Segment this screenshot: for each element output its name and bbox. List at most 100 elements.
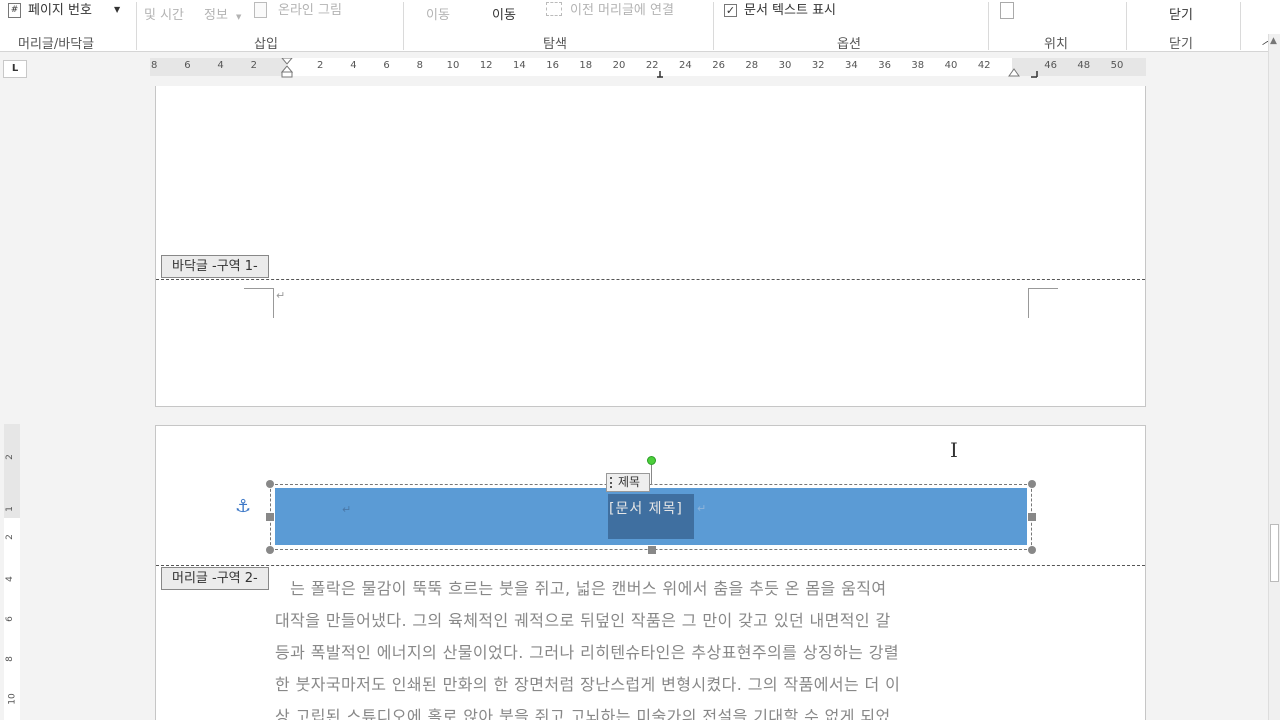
group-label-navigation: 탐색 bbox=[543, 37, 567, 52]
body-text-line: 한 붓자국마저도 인쇄된 만화의 한 장면처럼 장난스럽게 변형시켰다. 그의 … bbox=[275, 675, 901, 694]
vertical-ruler-tick-label: 10 bbox=[7, 693, 18, 705]
page-number-dropdown-icon[interactable]: ▼ bbox=[114, 2, 120, 18]
resize-handle-bottom-left[interactable] bbox=[266, 546, 274, 554]
page-1 bbox=[155, 86, 1146, 407]
ruler-tick-label: 26 bbox=[712, 60, 725, 71]
date-time-button[interactable]: 및 시간 bbox=[144, 8, 184, 24]
ruler-tick-label: 38 bbox=[911, 60, 925, 71]
ruler-tick-label: 20 bbox=[612, 60, 626, 71]
ruler-tick-label: 2 bbox=[317, 60, 324, 71]
tab-stop-marker[interactable] bbox=[656, 70, 664, 78]
ruler-tick-label: 8 bbox=[416, 60, 423, 71]
ruler-tick-label: 24 bbox=[679, 60, 692, 71]
tab-stop-marker[interactable] bbox=[1030, 70, 1038, 78]
group-label-insert: 삽입 bbox=[254, 37, 278, 52]
link-to-previous-button[interactable]: 이전 머리글에 연결 bbox=[570, 3, 674, 19]
rotate-handle[interactable] bbox=[647, 456, 656, 465]
resize-handle-bottom[interactable] bbox=[648, 546, 656, 554]
ruler-tick-label: 40 bbox=[944, 60, 958, 71]
group-separator bbox=[1126, 2, 1127, 50]
ruler-tick-label: 36 bbox=[878, 60, 891, 71]
doc-info-dropdown-icon[interactable]: ▼ bbox=[236, 9, 241, 25]
group-label-position: 위치 bbox=[1044, 37, 1068, 52]
page-number-icon: # bbox=[8, 3, 21, 18]
resize-handle-left[interactable] bbox=[266, 513, 274, 521]
resize-handle-top-right[interactable] bbox=[1028, 480, 1036, 488]
resize-handle-right[interactable] bbox=[1028, 513, 1036, 521]
goto-footer-button[interactable]: 이동 bbox=[492, 8, 516, 24]
close-header-footer-button[interactable]: 닫기 bbox=[1169, 8, 1193, 24]
header-section-tag: 머리글 -구역 2- bbox=[161, 567, 269, 590]
group-separator bbox=[1240, 2, 1241, 50]
show-document-text-label: 문서 텍스트 표시 bbox=[744, 3, 836, 18]
ruler-tick-label: 32 bbox=[811, 60, 825, 71]
crop-mark-right bbox=[1028, 288, 1058, 318]
vertical-ruler-tick-label: 1 bbox=[4, 506, 15, 512]
first-line-indent-marker[interactable] bbox=[281, 58, 293, 78]
body-text-line: 등과 폭발적인 에너지의 산물이었다. 그러나 리히텐슈타인은 추상표현주의를 … bbox=[275, 643, 899, 662]
ruler-tick-label: 50 bbox=[1110, 60, 1124, 71]
anchor-icon[interactable]: ⚓ bbox=[235, 496, 251, 517]
group-separator bbox=[713, 2, 714, 50]
ruler-tick-label: 34 bbox=[845, 60, 858, 71]
footer-boundary-line bbox=[156, 279, 1145, 280]
group-label-header-footer: 머리글/바닥글 bbox=[18, 37, 95, 52]
position-icon[interactable] bbox=[1000, 2, 1014, 19]
ruler-tick-label: 6 bbox=[383, 60, 390, 71]
ruler-tick-label: 2 bbox=[250, 60, 257, 71]
vertical-ruler-tick-label: 4 bbox=[4, 576, 15, 582]
ruler-tick-label: 4 bbox=[350, 60, 357, 71]
ruler-tick-label: 16 bbox=[546, 60, 559, 71]
vertical-scrollbar[interactable]: ▲ bbox=[1268, 34, 1280, 720]
ruler-tick-label: 42 bbox=[977, 60, 991, 71]
show-document-text-checkbox[interactable]: ✓ bbox=[724, 4, 737, 17]
link-previous-icon bbox=[546, 2, 562, 16]
online-pictures-icon bbox=[254, 2, 267, 18]
scroll-up-icon[interactable]: ▲ bbox=[1270, 36, 1277, 46]
group-separator bbox=[988, 2, 989, 50]
scrollbar-thumb[interactable] bbox=[1270, 524, 1279, 582]
ruler-area: L 8 6 4 2 2 4 6 8 10 12 14 16 18 20 22 24 26 28 30 32 34 36 38… bbox=[0, 52, 1280, 82]
vertical-ruler-tick-label: 2 bbox=[4, 454, 15, 460]
online-pictures-button[interactable]: 온라인 그림 bbox=[278, 3, 342, 19]
vertical-ruler-tick-label: 2 bbox=[4, 534, 15, 540]
right-indent-marker[interactable] bbox=[1008, 64, 1020, 78]
body-text-line: 상 고립된 스튜디오에 홀로 앉아 붓을 쥐고 고뇌하는 미술가의 전설을 기대… bbox=[275, 707, 891, 720]
paragraph-mark: ↵ bbox=[276, 289, 286, 302]
vertical-ruler-tick-label: 6 bbox=[4, 616, 15, 622]
ruler-tick-label: 46 bbox=[1044, 60, 1057, 71]
vertical-ruler-tick-label: 8 bbox=[4, 656, 15, 662]
rotation-stem bbox=[651, 465, 652, 485]
body-text-line: 대작을 만들어냈다. 그의 육체적인 궤적으로 뒤덮인 작품은 그 만이 갖고 … bbox=[275, 611, 891, 630]
ruler-tick-label: 28 bbox=[745, 60, 759, 71]
ruler-tick-label: 10 bbox=[446, 60, 460, 71]
ruler-tick-label: 12 bbox=[479, 60, 493, 71]
resize-handle-bottom-right[interactable] bbox=[1028, 546, 1036, 554]
crop-mark-left bbox=[244, 288, 274, 318]
ribbon: # 페이지 번호 ▼ 및 시간 정보 ▼ 온라인 그림 이동 이동 이전 머리글… bbox=[0, 0, 1280, 52]
goto-header-button[interactable]: 이동 bbox=[426, 8, 450, 24]
header-boundary-line bbox=[156, 565, 1145, 566]
content-control-tab[interactable]: 제목 bbox=[606, 473, 650, 492]
group-label-options: 옵션 bbox=[837, 37, 861, 52]
content-control-label: 제목 bbox=[618, 475, 641, 489]
doc-info-button[interactable]: 정보 bbox=[204, 8, 228, 24]
ruler-tick-label: 8 bbox=[151, 60, 158, 71]
ruler-tick-label: 18 bbox=[579, 60, 593, 71]
group-label-close: 닫기 bbox=[1169, 37, 1193, 52]
text-cursor-icon: I bbox=[950, 438, 958, 462]
footer-section-tag: 바닥글 -구역 1- bbox=[161, 255, 269, 278]
shape-selection-box bbox=[270, 484, 1032, 550]
tab-selector[interactable]: L bbox=[3, 60, 27, 78]
vertical-ruler[interactable]: 2 1 2 4 6 8 10 bbox=[4, 424, 20, 720]
ruler-tick-label: 14 bbox=[513, 60, 526, 71]
group-separator bbox=[403, 2, 404, 50]
ruler-tick-label: 30 bbox=[778, 60, 792, 71]
page-number-button[interactable]: 페이지 번호 bbox=[28, 3, 92, 19]
resize-handle-top-left[interactable] bbox=[266, 480, 274, 488]
group-separator bbox=[136, 2, 137, 50]
ruler-tick-label: 6 bbox=[184, 60, 191, 71]
body-text-line: 그는 폴락은 물감이 뚝뚝 흐르는 붓을 쥐고, 넓은 캔버스 위에서 춤을 추… bbox=[275, 579, 887, 598]
horizontal-ruler[interactable]: 8 6 4 2 2 4 6 8 10 12 14 16 18 20 22 24 26 28 30 32 34 36 38 40… bbox=[150, 58, 1146, 78]
grip-icon[interactable] bbox=[610, 477, 614, 488]
